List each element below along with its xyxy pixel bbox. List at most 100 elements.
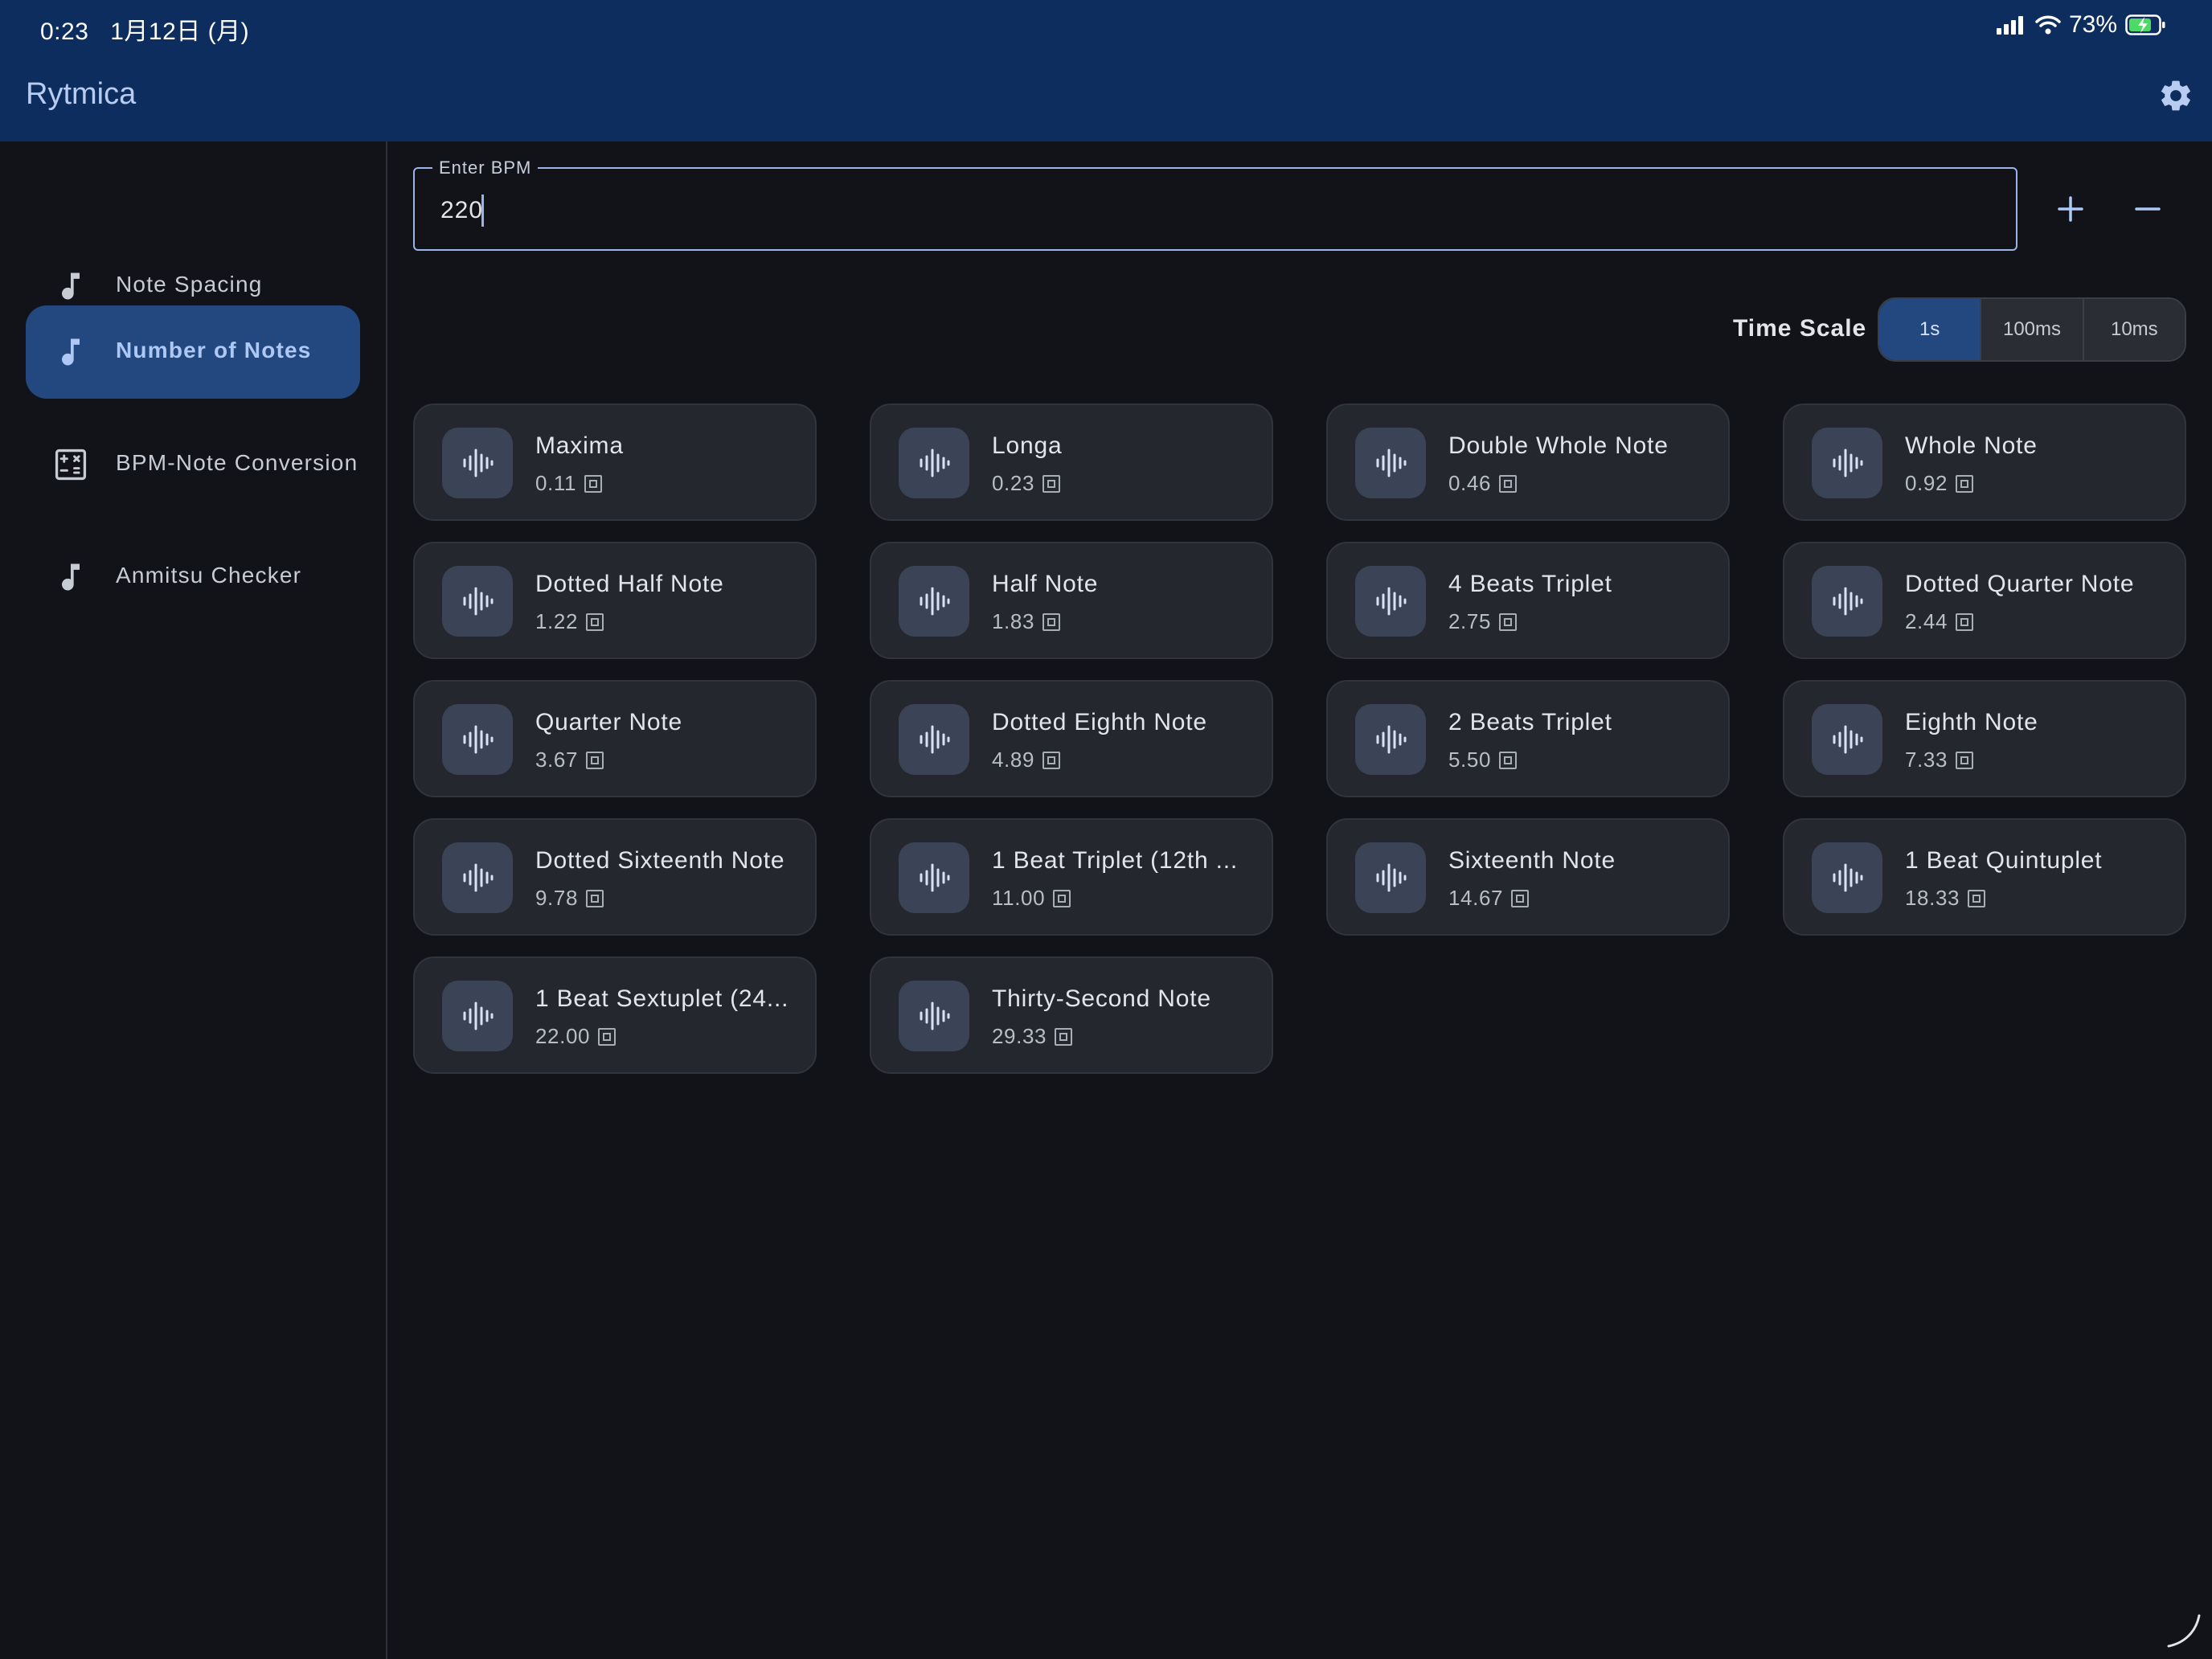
note-card-value-row: 5.50 (1448, 748, 1518, 772)
copy-icon[interactable] (1043, 474, 1061, 493)
sidebar-item-bpm-note-conversion[interactable]: BPM-Note Conversion (26, 418, 360, 511)
copy-icon[interactable] (598, 1027, 616, 1046)
note-card-value: 22.00 (535, 1024, 591, 1048)
note-card[interactable]: Double Whole Note 0.46 (1326, 403, 1730, 521)
note-card-icon (1355, 566, 1426, 637)
note-card-title: Dotted Sixteenth Note (535, 847, 785, 874)
note-card-title: Sixteenth Note (1448, 847, 1616, 874)
copy-icon[interactable] (1499, 751, 1518, 769)
status-time: 0:23 (40, 18, 89, 45)
status-time-date: 0:23 1月12日 (月) (40, 11, 249, 47)
decrement-bpm-button[interactable] (2122, 183, 2173, 235)
copy-icon[interactable] (1043, 612, 1061, 631)
note-card-title: Dotted Quarter Note (1905, 571, 2135, 597)
sidebar-nav: Note Spacing Number of Notes BPM-Note Co… (0, 141, 387, 1659)
note-card-value-row: 7.33 (1905, 748, 1974, 772)
note-card[interactable]: Longa 0.23 (870, 403, 1273, 521)
copy-icon[interactable] (1499, 474, 1518, 493)
copy-icon[interactable] (1956, 474, 1974, 493)
waveform-icon (920, 863, 950, 892)
note-card[interactable]: 1 Beat Triplet (12th ... 11.00 (870, 818, 1273, 936)
note-card-title: Whole Note (1905, 432, 2038, 459)
note-card-value: 2.44 (1905, 609, 1948, 633)
copy-icon[interactable] (1053, 889, 1071, 907)
note-card-value: 14.67 (1448, 886, 1504, 910)
sidebar-item-label: Anmitsu Checker (116, 563, 302, 588)
note-card[interactable]: Thirty-Second Note 29.33 (870, 956, 1273, 1074)
app-title: Rytmica (26, 77, 137, 111)
bpm-input[interactable] (439, 190, 1969, 231)
note-card-title: Half Note (992, 571, 1099, 597)
copy-icon[interactable] (1956, 612, 1974, 631)
waveform-icon (1833, 587, 1863, 616)
copy-icon[interactable] (1968, 889, 1986, 907)
note-card-value: 29.33 (992, 1024, 1047, 1048)
note-card-value: 11.00 (992, 886, 1046, 910)
waveform-icon (463, 587, 494, 616)
corner-indicator (2167, 1614, 2201, 1648)
waveform-icon (1376, 587, 1407, 616)
note-card[interactable]: Sixteenth Note 14.67 (1326, 818, 1730, 936)
waveform-icon (1376, 725, 1407, 754)
note-card-title: 1 Beat Quintuplet (1905, 847, 2103, 874)
bpm-field-label: Enter BPM (432, 158, 539, 178)
note-card-icon (1355, 704, 1426, 775)
music-note-icon (62, 272, 80, 300)
sidebar-item-anmitsu-checker[interactable]: Anmitsu Checker (26, 530, 360, 624)
note-card-title: 1 Beat Sextuplet (24... (535, 985, 789, 1012)
note-card[interactable]: 1 Beat Sextuplet (24... 22.00 (413, 956, 817, 1074)
increment-bpm-button[interactable] (2045, 183, 2096, 235)
time-scale-option-1s[interactable]: 1s (1879, 299, 1981, 360)
copy-icon[interactable] (1956, 751, 1974, 769)
status-date: 1月12日 (月) (110, 18, 250, 45)
note-card[interactable]: Maxima 0.11 (413, 403, 817, 521)
copy-icon[interactable] (586, 612, 604, 631)
copy-icon[interactable] (1511, 889, 1530, 907)
note-card[interactable]: Eighth Note 7.33 (1783, 680, 2186, 797)
note-card-value-row: 0.23 (992, 471, 1061, 496)
note-card[interactable]: Dotted Quarter Note 2.44 (1783, 542, 2186, 659)
note-card[interactable]: Dotted Sixteenth Note 9.78 (413, 818, 817, 936)
note-card[interactable]: Quarter Note 3.67 (413, 680, 817, 797)
note-card[interactable]: 2 Beats Triplet 5.50 (1326, 680, 1730, 797)
note-card[interactable]: Dotted Half Note 1.22 (413, 542, 817, 659)
settings-gear-icon[interactable] (2157, 77, 2194, 114)
note-card[interactable]: Whole Note 0.92 (1783, 403, 2186, 521)
note-card-value: 4.89 (992, 748, 1035, 772)
note-card[interactable]: 4 Beats Triplet 2.75 (1326, 542, 1730, 659)
note-card-title: Quarter Note (535, 709, 683, 735)
note-card[interactable]: 1 Beat Quintuplet 18.33 (1783, 818, 2186, 936)
note-card[interactable]: Half Note 1.83 (870, 542, 1273, 659)
waveform-icon (920, 449, 950, 477)
note-card-value-row: 14.67 (1448, 886, 1530, 911)
note-card-icon (899, 704, 969, 775)
note-card-value-row: 2.44 (1905, 609, 1974, 634)
waveform-icon (1833, 863, 1863, 892)
time-scale-segmented-control: 1s 100ms 10ms (1878, 297, 2186, 362)
note-card-icon (1355, 842, 1426, 913)
note-card-value: 5.50 (1448, 748, 1492, 772)
copy-icon[interactable] (586, 889, 604, 907)
note-card-value: 0.11 (535, 471, 577, 495)
sidebar-item-number-of-notes[interactable]: Number of Notes (26, 305, 360, 399)
sidebar-item-label: Number of Notes (116, 338, 312, 363)
note-card-title: Longa (992, 432, 1063, 459)
status-indicators: 73% (1995, 11, 2167, 39)
time-scale-option-10ms[interactable]: 10ms (2082, 299, 2185, 360)
note-card-value-row: 3.67 (535, 748, 604, 772)
copy-icon[interactable] (1499, 612, 1518, 631)
copy-icon[interactable] (584, 474, 603, 493)
copy-icon[interactable] (1055, 1027, 1073, 1046)
note-card-title: 1 Beat Triplet (12th ... (992, 847, 1239, 874)
copy-icon[interactable] (586, 751, 604, 769)
copy-icon[interactable] (1043, 751, 1061, 769)
time-scale-option-100ms[interactable]: 100ms (1980, 299, 2083, 360)
note-card[interactable]: Dotted Eighth Note 4.89 (870, 680, 1273, 797)
note-card-value-row: 11.00 (992, 886, 1071, 911)
note-card-value: 2.75 (1448, 609, 1492, 633)
note-card-icon (442, 704, 513, 775)
note-card-title: Dotted Eighth Note (992, 709, 1207, 735)
note-card-icon (1812, 428, 1882, 498)
note-card-value: 7.33 (1905, 748, 1948, 772)
note-card-title: Eighth Note (1905, 709, 2038, 735)
